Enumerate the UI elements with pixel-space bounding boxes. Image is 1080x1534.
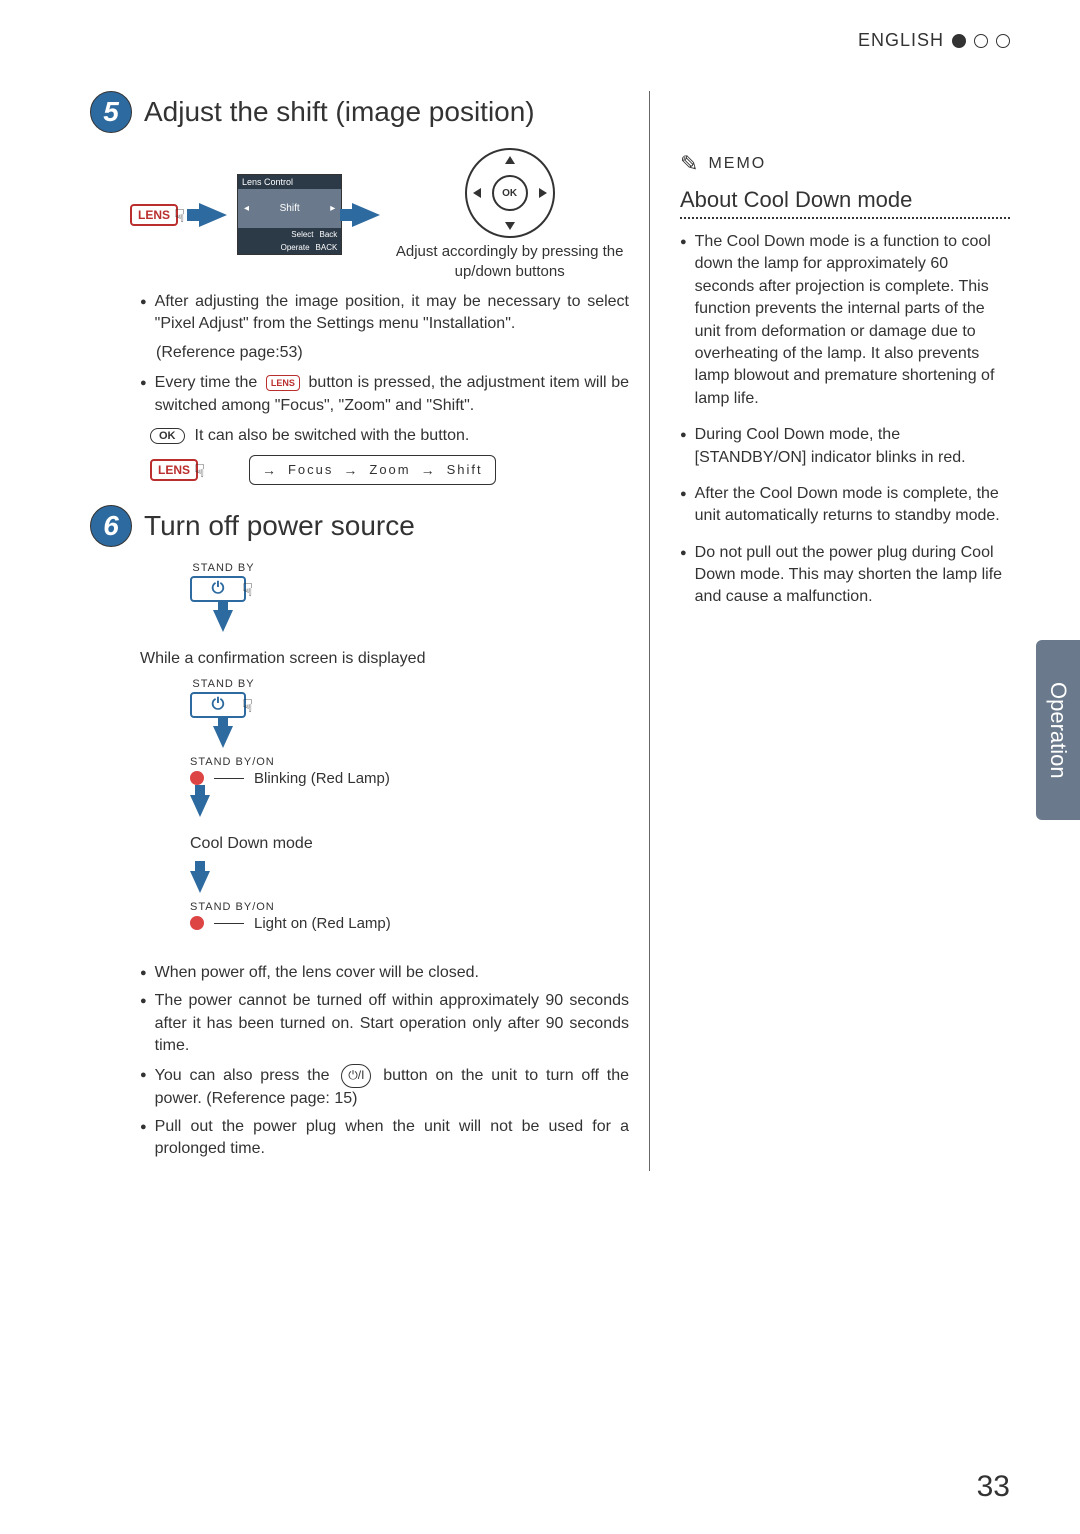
step-6-number: 6 <box>90 505 132 547</box>
standby-button-1: ⏻ <box>190 576 246 602</box>
s6-bullet-4: Pull out the power plug when the unit wi… <box>140 1116 629 1161</box>
side-tab-operation: Operation <box>1036 640 1080 820</box>
arrow-icon-2 <box>352 203 380 227</box>
hand-icon: ☟ <box>174 206 185 227</box>
hand-icon-2: ☟ <box>194 461 205 482</box>
blink-text: Blinking (Red Lamp) <box>254 770 390 787</box>
memo-label: MEMO <box>708 155 766 173</box>
s5-bullet-2: Every time the LENS button is pressed, t… <box>140 372 629 417</box>
dpad-caption: Adjust accordingly by pressing the up/do… <box>390 242 629 281</box>
lang-dot-empty-2 <box>996 34 1010 48</box>
memo-icon: ✎ <box>680 151 700 177</box>
lang-dot-filled <box>952 34 966 48</box>
arrow-icon <box>199 203 227 227</box>
s5-bullet-1: After adjusting the image position, it m… <box>140 291 629 336</box>
indicator-label-1: STAND BY/ON <box>190 756 629 768</box>
standby-label-1: STAND BY <box>192 562 254 574</box>
section-6-header: 6 Turn off power source <box>90 505 629 547</box>
page-number: 33 <box>977 1470 1010 1504</box>
s6-bullet-1: When power off, the lens cover will be c… <box>140 962 629 984</box>
osd-select: Select <box>291 230 313 239</box>
s5-ref: (Reference page:53) <box>156 342 629 364</box>
osd-left-arrow: ◂ <box>244 203 249 214</box>
power-button-icon: ⏻/I <box>341 1064 371 1088</box>
section-6-title: Turn off power source <box>144 510 415 542</box>
lang-dot-empty-1 <box>974 34 988 48</box>
memo-title: About Cool Down mode <box>680 187 1010 213</box>
cycle-shift: Shift <box>447 462 483 477</box>
memo-b1: The Cool Down mode is a function to cool… <box>680 231 1010 410</box>
memo-header: ✎ MEMO <box>680 151 1010 177</box>
hand-icon-3: ☟ <box>242 580 253 601</box>
lens-button-inline: LENS <box>266 375 300 392</box>
cycle-diagram: → Focus → Zoom → Shift <box>249 455 496 485</box>
osd-operate: Operate <box>281 243 310 252</box>
ok-note: It can also be switched with the button. <box>195 427 470 445</box>
side-column: ✎ MEMO About Cool Down mode The Cool Dow… <box>680 91 1010 1171</box>
down-arrow-2 <box>213 726 233 748</box>
memo-b3: After the Cool Down mode is complete, th… <box>680 483 1010 528</box>
osd-item: Shift <box>280 203 300 214</box>
hand-icon-4: ☟ <box>242 696 253 717</box>
down-arrow-3 <box>190 795 210 817</box>
standby-button-2: ⏻ <box>190 692 246 718</box>
s6-bullet-2: The power cannot be turned off within ap… <box>140 990 629 1057</box>
cycle-focus: Focus <box>288 462 333 477</box>
down-arrow-4 <box>190 871 210 893</box>
step-5-number: 5 <box>90 91 132 133</box>
memo-underline <box>680 217 1010 219</box>
memo-b4: Do not pull out the power plug during Co… <box>680 542 1010 609</box>
osd-display: Lens Control ◂ Shift ▸ Select Back Opera… <box>237 174 342 255</box>
cooldown-text: Cool Down mode <box>190 835 629 853</box>
ok-pill: OK <box>150 428 185 444</box>
cycle-zoom: Zoom <box>369 462 410 477</box>
osd-back2: BACK <box>316 243 338 252</box>
section-5-title: Adjust the shift (image position) <box>144 96 535 128</box>
language-label: ENGLISH <box>858 30 944 51</box>
confirm-text: While a confirmation screen is displayed <box>140 650 629 668</box>
memo-b2: During Cool Down mode, the [STANDBY/ON] … <box>680 424 1010 469</box>
section-5-header: 5 Adjust the shift (image position) <box>90 91 629 133</box>
indicator-row-2: Light on (Red Lamp) <box>190 915 629 932</box>
standby-label-2: STAND BY <box>192 678 254 690</box>
page-header: ENGLISH <box>90 30 1010 51</box>
indicator-row-1: Blinking (Red Lamp) <box>190 770 629 787</box>
osd-title: Lens Control <box>238 175 341 189</box>
led-icon-2 <box>190 916 204 930</box>
led-icon-1 <box>190 771 204 785</box>
s6-bullet-3: You can also press the ⏻/I button on the… <box>140 1064 629 1110</box>
osd-back: Back <box>320 230 338 239</box>
main-column: 5 Adjust the shift (image position) LENS… <box>90 91 650 1171</box>
section-5-flow: LENS ☟ Lens Control ◂ Shift ▸ Select Bac… <box>130 148 629 281</box>
down-arrow-1 <box>213 610 233 632</box>
indicator-label-2: STAND BY/ON <box>190 901 629 913</box>
lighton-text: Light on (Red Lamp) <box>254 915 391 932</box>
ok-button-label: OK <box>492 175 528 211</box>
osd-right-arrow: ▸ <box>330 203 335 214</box>
lens-button-2: LENS <box>150 459 198 481</box>
ok-dpad: OK <box>465 148 555 238</box>
lens-button: LENS <box>130 204 178 226</box>
